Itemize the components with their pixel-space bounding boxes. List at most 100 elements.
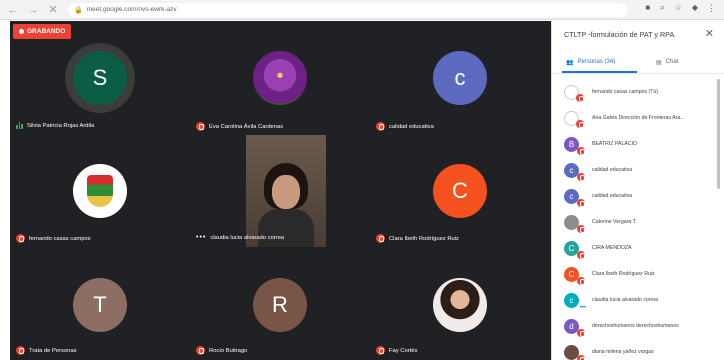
mic-off-icon <box>577 172 585 181</box>
mic-off-icon <box>576 119 584 128</box>
participant-name: calidad educativa <box>592 193 633 199</box>
participant-name: diana milena yañez vargas <box>592 349 654 355</box>
mic-off-icon <box>196 346 205 355</box>
participant-row[interactable]: B BEATRIZ PALACIO <box>564 131 714 157</box>
participant-initial: B <box>568 139 575 149</box>
tile-name-text: fernando casas campos <box>29 235 91 242</box>
back-icon[interactable]: ← <box>6 3 20 17</box>
avatar-initial: R <box>272 292 288 317</box>
browser-menu-icon[interactable]: ⋮ <box>707 3 716 14</box>
tile-avatar-7[interactable]: R <box>253 278 307 332</box>
participant-name: BEATRIZ PALACIO <box>592 141 638 147</box>
participant-row[interactable]: c calidad educativa <box>564 183 714 209</box>
participant-initial: c <box>569 165 574 175</box>
tile-name-4: ••• claudia lucia alvarado correa <box>196 234 284 241</box>
mic-off-icon <box>577 276 585 285</box>
tile-avatar-1[interactable] <box>253 51 307 105</box>
mic-off-icon <box>16 234 25 243</box>
participant-row[interactable]: fernando casas campos (Tú) <box>564 79 714 105</box>
participant-row[interactable]: C CIRA MENDOZA <box>564 235 714 261</box>
mic-off-icon <box>577 250 585 259</box>
avatar-initial: T <box>93 292 107 317</box>
tile-avatar-6[interactable]: T <box>73 278 127 332</box>
tile-name-2: calidad educativa <box>376 122 434 131</box>
tile-name-0: Silvia Patricia Rojas Ardila <box>16 122 94 129</box>
participant-name: calidad educativa <box>592 167 633 173</box>
close-tab-icon[interactable]: ✕ <box>46 3 60 17</box>
participant-row[interactable]: c ••• claudia lucia alvarado correa <box>564 287 714 313</box>
mic-off-icon <box>577 224 585 233</box>
more-dots-icon: ••• <box>196 234 207 241</box>
participant-name: claudia lucia alvarado correa <box>592 297 659 303</box>
chat-icon: ▤ <box>656 59 662 66</box>
tile-name-6: Trata de Personas <box>16 346 76 355</box>
close-panel-icon[interactable]: ✕ <box>705 27 714 40</box>
participant-avatar: c ••• <box>564 292 586 311</box>
avatar-initial: c <box>454 65 466 90</box>
mic-off-icon <box>376 122 385 131</box>
mic-off-icon <box>196 122 205 131</box>
participant-row[interactable]: c calidad educativa <box>564 157 714 183</box>
tab-divider <box>552 73 724 74</box>
browser-toolbar: ← → ✕ 🔒 meet.google.com/nvs-ewrk-azv ■ ⌕… <box>0 0 724 20</box>
participant-initial: C <box>568 269 575 279</box>
mic-off-icon <box>376 234 385 243</box>
avatar-initial: S <box>92 65 108 90</box>
lock-icon: 🔒 <box>74 6 83 14</box>
star-icon[interactable]: ☆ <box>675 3 682 13</box>
participant-avatar: c <box>564 162 585 181</box>
participant-row[interactable]: diana milena yañez vargas <box>564 339 714 360</box>
tile-name-5: Clara Ibeth Rodríguez Ruiz <box>376 234 459 243</box>
participant-scrollbar[interactable] <box>717 79 720 189</box>
recording-label: GRABANDO <box>27 28 66 35</box>
participant-row[interactable]: C Clara Ibeth Rodríguez Ruiz <box>564 261 714 287</box>
address-bar[interactable]: 🔒 meet.google.com/nvs-ewrk-azv <box>68 2 628 17</box>
people-icon: 👥 <box>566 59 574 66</box>
tile-video-4[interactable] <box>246 135 326 247</box>
tile-name-text: Clara Ibeth Rodríguez Ruiz <box>389 235 459 242</box>
tile-avatar-0[interactable]: S <box>73 51 127 105</box>
participant-initial: c <box>569 295 574 305</box>
tile-name-text: Eva Carolina Ávila Cardenas <box>209 123 284 130</box>
participant-name: derechoshumanos derechoshumanos <box>592 323 679 329</box>
participant-avatar <box>564 84 584 102</box>
tile-avatar-3[interactable] <box>73 164 127 218</box>
avatar-initial: C <box>452 178 468 203</box>
tile-avatar-2[interactable]: c <box>433 51 487 105</box>
recording-badge: GRABANDO <box>13 24 72 39</box>
participant-name: fernando casas campos (Tú) <box>592 89 659 95</box>
zoom-icon[interactable]: ⌕ <box>660 3 664 13</box>
tile-name-text: Fay Cortés <box>389 347 418 354</box>
tile-avatar-8[interactable] <box>433 278 487 332</box>
participant-avatar <box>564 214 585 233</box>
participant-row[interactable]: d derechoshumanos derechoshumanos <box>564 313 714 339</box>
participant-initial: c <box>569 191 574 201</box>
participant-avatar: c <box>564 188 585 207</box>
participant-name: Caterine Vergara T. <box>592 219 637 225</box>
participant-avatar: C <box>564 266 585 285</box>
tab-chat[interactable]: ▤ Chat <box>656 54 678 70</box>
participant-initial: d <box>569 321 574 331</box>
tile-avatar-5[interactable]: C <box>433 164 487 218</box>
tab-people[interactable]: 👥 Personas (34) <box>566 54 615 70</box>
participant-row[interactable]: Caterine Vergara T. <box>564 209 714 235</box>
forward-icon[interactable]: → <box>26 3 40 17</box>
participant-grid: GRABANDO S c Silvia Patricia Rojas Ardil… <box>10 21 551 360</box>
participant-row[interactable]: Ana Galvis Dirección de Fronteras Ara... <box>564 105 714 131</box>
tile-name-text: claudia lucia alvarado correa <box>210 234 285 241</box>
participant-avatar: B <box>564 136 585 155</box>
tile-name-7: Rocío Buitrago <box>196 346 247 355</box>
participant-name: Clara Ibeth Rodríguez Ruiz <box>592 271 655 277</box>
tile-name-text: Rocío Buitrago <box>209 347 248 354</box>
record-dot-icon <box>19 29 24 34</box>
participant-initial: C <box>568 243 575 253</box>
extension-icon[interactable]: ◆ <box>692 3 698 13</box>
mic-off-icon <box>577 198 585 207</box>
participant-name: CIRA MENDOZA <box>592 245 632 251</box>
mic-off-icon <box>577 146 585 155</box>
tile-name-text: Silvia Patricia Rojas Ardila <box>27 122 95 129</box>
tile-name-text: Trata de Personas <box>29 347 77 354</box>
camera-icon[interactable]: ■ <box>645 3 650 13</box>
participant-avatar: C <box>564 240 585 259</box>
mic-off-icon <box>577 328 585 337</box>
